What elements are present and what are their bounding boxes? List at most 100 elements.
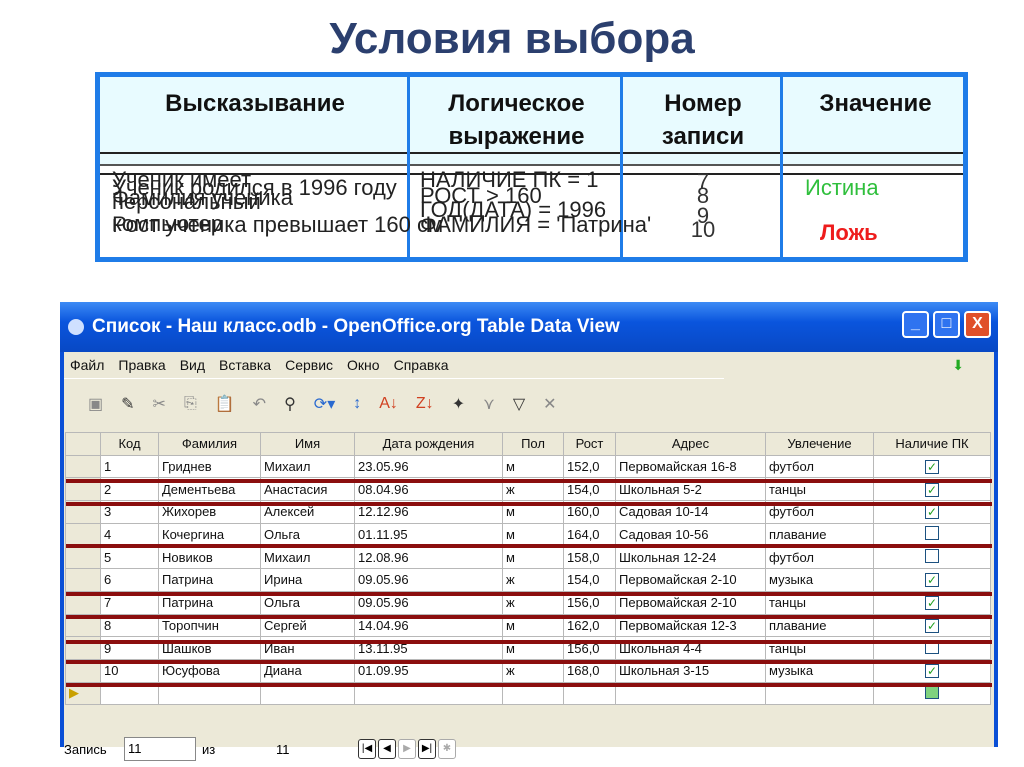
column-header[interactable]: Наличие ПК (873, 432, 991, 456)
edit-icon[interactable]: ✎ (121, 394, 134, 414)
cell[interactable]: 01.11.95 (354, 522, 503, 547)
checkbox[interactable] (925, 684, 939, 699)
undo-icon[interactable]: ↶ (253, 394, 266, 414)
column-header[interactable]: Код (100, 432, 159, 456)
cell[interactable]: Ольга (260, 522, 355, 547)
menu-view[interactable]: Вид (180, 357, 205, 373)
cell[interactable]: 1 (100, 454, 159, 479)
find-icon[interactable]: ⚲ (284, 394, 296, 414)
menu-edit[interactable]: Правка (118, 357, 165, 373)
table-row[interactable]: 4 Кочергина Ольга 01.11.95 м 164,0 Садовая 10-… (65, 522, 991, 547)
checkbox[interactable] (925, 548, 939, 563)
column-header[interactable]: Фамилия (158, 432, 261, 456)
cell[interactable]: футбол (765, 454, 874, 479)
refresh-icon[interactable]: ⟳▾ (314, 394, 335, 414)
cell[interactable]: Первомайская 2-10 (615, 568, 766, 592)
window-title: Список - Наш класс.odb - OpenOffice.org … (92, 316, 620, 337)
checkbox[interactable] (925, 526, 939, 541)
cell[interactable]: Патрина (158, 568, 261, 592)
menu-insert[interactable]: Вставка (219, 357, 271, 373)
cell[interactable]: 158,0 (563, 545, 616, 570)
table-row[interactable]: 5 Новиков Михаил 12.08.96 м 158,0 Школьная 12-… (65, 545, 991, 570)
pc-checkbox-cell[interactable]: ✓ (873, 454, 991, 479)
cell[interactable]: Новиков (158, 545, 261, 570)
maximize-button[interactable]: □ (933, 311, 960, 338)
download-icon[interactable]: ⬇ (952, 357, 964, 374)
copy-icon[interactable]: ⎘ (184, 395, 197, 413)
previous-record-button[interactable]: ◀ (378, 739, 396, 759)
cell[interactable]: 6 (100, 568, 159, 592)
cell[interactable]: футбол (765, 545, 874, 570)
menu-bar: Файл Правка Вид Вставка Сервис Окно Спра… (64, 352, 994, 378)
next-record-button[interactable]: ▶ (398, 739, 416, 759)
record-navigator: Запись 11 из 11 |◀ ◀ ▶ ▶| ✱ (64, 734, 994, 764)
checkbox[interactable]: ✓ (925, 573, 939, 588)
cell[interactable]: м (502, 454, 564, 479)
pc-checkbox-cell[interactable]: ✓ (873, 568, 991, 592)
menu-tools[interactable]: Сервис (285, 357, 333, 373)
cell[interactable]: Кочергина (158, 522, 261, 547)
pc-checkbox-cell[interactable] (873, 522, 991, 547)
filter-icon[interactable]: ▽ (513, 394, 525, 414)
checkbox[interactable]: ✓ (925, 505, 939, 520)
minimize-button[interactable]: _ (902, 311, 929, 338)
checkbox[interactable]: ✓ (925, 664, 939, 679)
checkbox[interactable]: ✓ (925, 596, 939, 611)
cell[interactable]: Школьная 12-24 (615, 545, 766, 570)
statement: Фамилия ученика (112, 185, 294, 210)
remove-filter-icon[interactable]: ✕ (543, 394, 556, 414)
column-header[interactable]: Увлечение (765, 432, 874, 456)
cell[interactable]: 23.05.96 (354, 454, 503, 479)
cell[interactable]: 164,0 (563, 522, 616, 547)
record-number-field[interactable]: 11 (124, 737, 196, 761)
table-row[interactable]: 1 Гриднев Михаил 23.05.96 м 152,0 Первомайская… (65, 454, 991, 479)
cell[interactable]: музыка (765, 568, 874, 592)
sort-ascending-icon[interactable]: A↓ (379, 395, 398, 413)
column-header[interactable]: Рост (563, 432, 616, 456)
new-record-button[interactable]: ✱ (438, 739, 456, 759)
save-icon[interactable]: ▣ (88, 394, 103, 414)
sort-icon[interactable]: ↕ (353, 395, 361, 413)
cell[interactable]: 4 (100, 522, 159, 547)
cell[interactable]: м (502, 522, 564, 547)
column-header[interactable]: Имя (260, 432, 355, 456)
close-button[interactable]: X (964, 311, 991, 338)
row-selector[interactable] (65, 454, 101, 479)
checkbox[interactable]: ✓ (925, 482, 939, 497)
cell[interactable]: 152,0 (563, 454, 616, 479)
row-selector[interactable] (65, 568, 101, 592)
paste-icon[interactable]: 📋 (215, 394, 235, 414)
standard-filter-icon[interactable]: ⋎ (483, 394, 495, 414)
cell[interactable]: Садовая 10-56 (615, 522, 766, 547)
cell[interactable]: ж (502, 568, 564, 592)
cell[interactable]: Гриднев (158, 454, 261, 479)
cell[interactable]: 12.08.96 (354, 545, 503, 570)
autofilter-icon[interactable]: ✦ (452, 394, 465, 414)
last-record-button[interactable]: ▶| (418, 739, 436, 759)
column-header[interactable]: Адрес (615, 432, 766, 456)
cell[interactable]: 09.05.96 (354, 568, 503, 592)
cell[interactable]: Ирина (260, 568, 355, 592)
first-record-button[interactable]: |◀ (358, 739, 376, 759)
cell[interactable]: Первомайская 16-8 (615, 454, 766, 479)
row-selector[interactable] (65, 522, 101, 547)
menu-file[interactable]: Файл (70, 357, 104, 373)
cell[interactable]: Михаил (260, 454, 355, 479)
cut-icon[interactable]: ✂ (153, 394, 166, 414)
menu-window[interactable]: Окно (347, 357, 380, 373)
cell[interactable]: 154,0 (563, 568, 616, 592)
checkbox[interactable]: ✓ (925, 618, 939, 633)
cell[interactable]: Михаил (260, 545, 355, 570)
sort-descending-icon[interactable]: Z↓ (416, 395, 434, 413)
menu-help[interactable]: Справка (394, 357, 449, 373)
column-header[interactable]: Пол (502, 432, 564, 456)
strike-line (66, 640, 992, 644)
column-header[interactable]: Дата рождения (354, 432, 503, 456)
pc-checkbox-cell[interactable] (873, 545, 991, 570)
table-row[interactable]: 6 Патрина Ирина 09.05.96 ж 154,0 Первомайская … (65, 568, 991, 592)
cell[interactable]: 5 (100, 545, 159, 570)
row-selector[interactable] (65, 545, 101, 570)
cell[interactable]: плавание (765, 522, 874, 547)
cell[interactable]: м (502, 545, 564, 570)
checkbox[interactable]: ✓ (925, 460, 939, 475)
